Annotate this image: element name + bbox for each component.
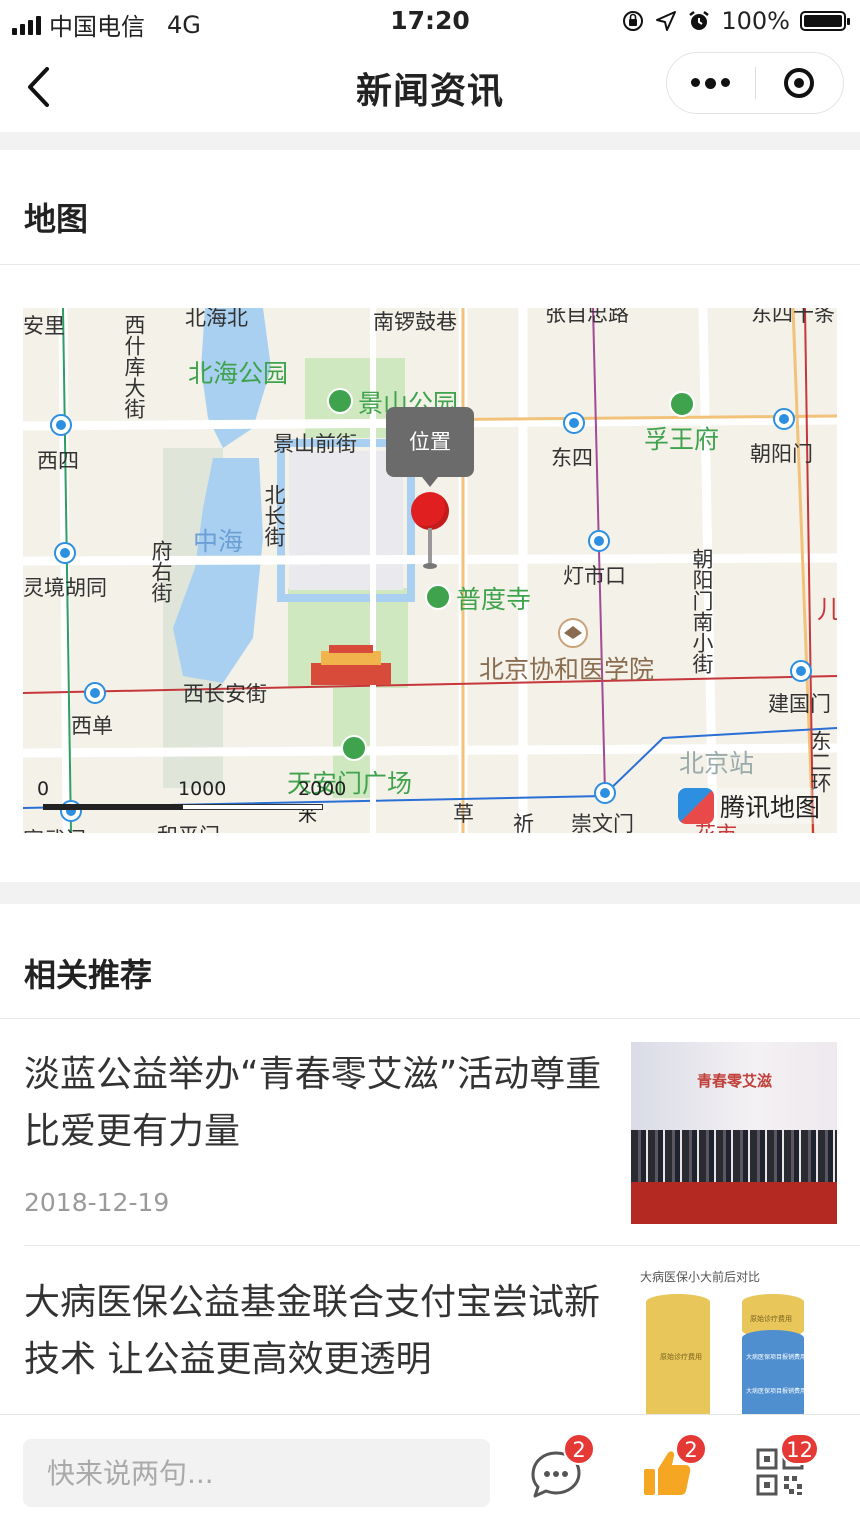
map-label: 张自忠路	[545, 308, 629, 326]
scale-label: 0	[37, 778, 50, 800]
map-label: 景山前街	[273, 432, 357, 456]
qr-code-button[interactable]: 12	[745, 1433, 819, 1507]
map-label: 中海	[193, 527, 244, 556]
recommend-item-thumbnail: 大病医保小大前后对比 原始诊疗费用 原始诊疗费用 大病医保项目报销费用 大病医保…	[634, 1268, 840, 1414]
like-count-badge: 2	[675, 1433, 707, 1465]
camera-poi-icon	[669, 391, 695, 417]
recommend-item-title: 淡蓝公益举办“青春零艾滋”活动尊重比爱更有力量	[24, 1054, 602, 1152]
map-label: 宣武门	[23, 824, 86, 833]
status-right: 100%	[621, 7, 850, 35]
map-label: 灯市口	[563, 564, 626, 588]
recommend-item[interactable]: 淡蓝公益举办“青春零艾滋”活动尊重比爱更有力量 2018-12-19 青春零艾滋	[24, 1018, 860, 1246]
map-label: 南锣鼓巷	[373, 310, 457, 334]
map-label: 北长街	[262, 484, 286, 547]
pin-stick	[428, 528, 432, 564]
map-label: 普度寺	[456, 585, 532, 614]
metro-station-icon	[790, 660, 812, 682]
map-label: 建国门	[768, 692, 831, 716]
location-arrow-icon	[656, 11, 677, 31]
nav-bar: 新闻资讯	[0, 44, 860, 132]
target-icon	[784, 68, 815, 98]
battery-percent: 100%	[721, 7, 790, 35]
recommend-item[interactable]: 大病医保公益基金联合支付宝尝试新技术 让公益更高效更透明 大病医保小大前后对比 …	[24, 1246, 860, 1414]
miniprogram-capsule	[666, 52, 844, 114]
alarm-icon	[689, 11, 710, 30]
map-label: 东四十条	[751, 308, 835, 326]
scale-label: 2000 米	[298, 778, 347, 826]
pin-base	[423, 563, 437, 569]
thumbnail-bar-label: 原始诊疗费用	[660, 1353, 702, 1361]
map-label: 东二环	[808, 730, 832, 793]
bottom-bar: 2 2 12	[0, 1414, 860, 1530]
metro-station-icon	[84, 682, 106, 704]
map-view[interactable]: 安里 西什库大街 北海北 南锣鼓巷 张自忠路 东四十条 北海公园 景山公园 景山…	[23, 308, 837, 833]
map-label: 西四	[37, 449, 79, 473]
recommend-item-thumbnail: 青春零艾滋	[631, 1042, 837, 1224]
metro-station-icon	[588, 530, 610, 552]
map-label: 北京协和医学院	[479, 655, 655, 684]
rotation-lock-icon	[623, 11, 644, 31]
map-label: 北海北	[185, 308, 248, 330]
map-label: 朝阳门	[750, 442, 813, 466]
metro-station-icon	[594, 782, 616, 804]
recommend-item-date: 2018-12-19	[24, 1188, 170, 1217]
map-label: 西单	[71, 714, 113, 738]
qr-count-badge: 12	[780, 1433, 819, 1465]
map-label: 崇文门	[571, 812, 634, 833]
map-brand: 腾讯地图	[678, 788, 821, 824]
metro-station-icon	[563, 412, 585, 434]
metro-station-icon	[54, 542, 76, 564]
map-label: 儿	[817, 595, 837, 624]
brand-text: 腾讯地图	[720, 793, 821, 822]
camera-poi-icon	[327, 388, 353, 414]
map-label: 安里	[23, 314, 65, 338]
metro-station-icon	[50, 414, 72, 436]
thumbnail-bar-label: 原始诊疗费用	[750, 1315, 792, 1323]
thumbnail-bar-label: 大病医保项目报销费用	[746, 1388, 807, 1395]
tencent-map-logo-icon	[678, 788, 714, 824]
more-button[interactable]	[667, 53, 755, 113]
thumbnail-bar-label: 大病医保项目报销费用	[746, 1354, 807, 1361]
battery-icon	[800, 11, 850, 31]
comment-count-badge: 2	[563, 1433, 595, 1465]
comment-button[interactable]: 2	[521, 1433, 595, 1507]
battery-fill	[804, 15, 842, 27]
recommend-section-title: 相关推荐	[24, 956, 153, 994]
map-label: 府右街	[149, 540, 173, 603]
map-label: 北海公园	[188, 359, 289, 388]
scale-bar-filled	[43, 804, 183, 810]
map-section-title: 地图	[24, 200, 89, 238]
map-label: 草	[453, 802, 474, 826]
recommend-item-title: 大病医保公益基金联合支付宝尝试新技术 让公益更高效更透明	[24, 1282, 601, 1380]
map-label: 祈	[513, 812, 534, 833]
recommend-section: 相关推荐 淡蓝公益举办“青春零艾滋”活动尊重比爱更有力量 2018-12-19 …	[0, 904, 860, 1414]
map-callout[interactable]: 位置	[386, 407, 474, 487]
status-bar: 中国电信 4G 17:20 100%	[0, 0, 860, 44]
comment-input[interactable]	[23, 1439, 490, 1507]
map-label: 北京站	[679, 749, 755, 778]
close-miniprogram-button[interactable]	[756, 53, 844, 113]
thumbnail-banner-text: 青春零艾滋	[697, 1072, 773, 1090]
map-scale: 0 1000 2000 米	[37, 778, 346, 826]
location-pin-icon[interactable]	[411, 492, 449, 530]
map-label: 朝阳门南小街	[690, 548, 714, 674]
map-label: 孚王府	[644, 425, 720, 454]
like-button[interactable]: 2	[633, 1433, 707, 1507]
map-label: 西什库大街	[122, 314, 146, 419]
scale-label: 1000	[178, 778, 227, 800]
thumbnail-header-text: 大病医保小大前后对比	[640, 1270, 761, 1284]
map-label: 灵境胡同	[23, 576, 107, 600]
map-label: 西长安街	[183, 682, 267, 706]
camera-poi-icon	[425, 584, 451, 610]
map-label: 东四	[551, 446, 593, 470]
map-label: 和平门	[157, 820, 220, 833]
camera-poi-icon	[341, 735, 367, 761]
more-dots-icon	[691, 77, 731, 89]
metro-station-icon	[773, 408, 795, 430]
